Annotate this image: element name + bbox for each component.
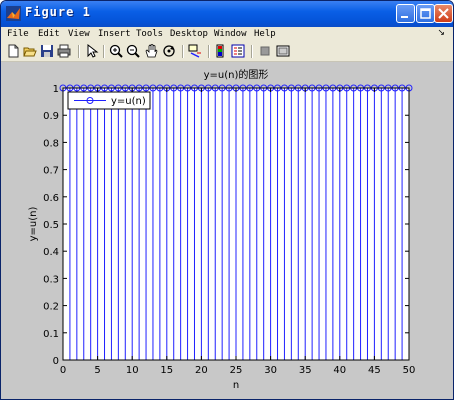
open-file-icon[interactable] [23,44,37,58]
figure-canvas[interactable]: y=u(n)的图形 0 5 10 15 20 25 30 35 40 45 50 0 0.1 0.2 0.… [1,62,453,399]
x-tick-label: 25 [230,365,243,376]
y-tick-label: 0.8 [43,138,59,149]
menu-desktop[interactable]: Desktop [170,29,208,39]
figure-window: Figure 1 File Edit View Insert Tools Des… [0,0,454,400]
menu-tools[interactable]: Tools [136,29,163,39]
zoom-in-icon[interactable] [109,44,123,58]
y-tick-label: 0.7 [43,166,59,177]
y-tick-label: 0.5 [43,220,59,231]
menu-edit[interactable]: Edit [38,29,60,39]
toolbar-separator [182,45,184,58]
y-tick-label: 1 [53,84,59,95]
show-plot-tools-icon[interactable] [276,44,290,58]
y-tick-label: 0 [53,356,59,367]
zoom-out-icon[interactable] [126,44,140,58]
y-tick-label: 0.3 [43,274,59,285]
toolbar-separator [251,45,253,58]
y-tick-label: 0.1 [43,329,59,340]
toolbar-separator [103,45,105,58]
minimize-icon [401,16,408,18]
x-tick-label: 40 [333,365,346,376]
x-tick-label: 35 [299,365,312,376]
x-tick-label: 5 [94,365,100,376]
x-tick-label: 10 [126,365,139,376]
close-button[interactable] [434,4,453,23]
toolbar-separator [78,45,80,58]
x-tick-label: 50 [403,365,416,376]
new-figure-icon[interactable] [6,44,20,58]
plot-svg[interactable]: y=u(n)的图形 0 5 10 15 20 25 30 35 40 45 50 0 0.1 0.2 0.… [1,62,453,399]
toolbar-separator [208,45,210,58]
x-tick-label: 45 [368,365,381,376]
x-tick-label: 0 [60,365,66,376]
x-tick-label: 15 [160,365,173,376]
y-tick-label: 0.6 [43,193,59,204]
menu-view[interactable]: View [68,29,90,39]
menu-window[interactable]: Window [214,29,247,39]
title-bar[interactable]: Figure 1 [1,1,453,27]
y-tick-label: 0.2 [43,302,59,313]
legend-icon[interactable] [231,44,245,58]
legend[interactable]: y=u(n) [67,91,151,110]
matlab-logo-icon [6,6,21,21]
menubar-dock-arrow-icon[interactable]: ↘ [437,28,445,38]
rotate-3d-icon[interactable] [162,44,176,58]
toolbar [1,43,453,62]
menu-bar: File Edit View Insert Tools Desktop Wind… [1,27,453,43]
colorbar-icon[interactable] [214,44,228,58]
maximize-button[interactable] [416,4,435,23]
select-arrow-icon[interactable] [85,44,99,58]
print-icon[interactable] [57,44,71,58]
save-icon[interactable] [40,44,54,58]
x-tick-label: 30 [264,365,277,376]
window-title: Figure 1 [25,5,91,19]
y-axis-label: y=u(n) [28,207,39,242]
y-tick-label: 0.9 [43,111,59,122]
y-tick-label: 0.4 [43,247,59,258]
maximize-icon [420,8,431,19]
data-cursor-icon[interactable] [188,44,202,58]
close-icon [438,8,449,19]
hide-plot-tools-icon[interactable] [258,44,272,58]
minimize-button[interactable] [396,4,415,23]
chart-title: y=u(n)的图形 [204,68,269,81]
menu-insert[interactable]: Insert [98,29,131,39]
pan-hand-icon[interactable] [144,44,158,58]
legend-label: y=u(n) [111,96,146,107]
x-axis-label: n [233,380,239,391]
x-tick-label: 20 [195,365,208,376]
menu-file[interactable]: File [7,29,29,39]
menu-help[interactable]: Help [254,29,276,39]
